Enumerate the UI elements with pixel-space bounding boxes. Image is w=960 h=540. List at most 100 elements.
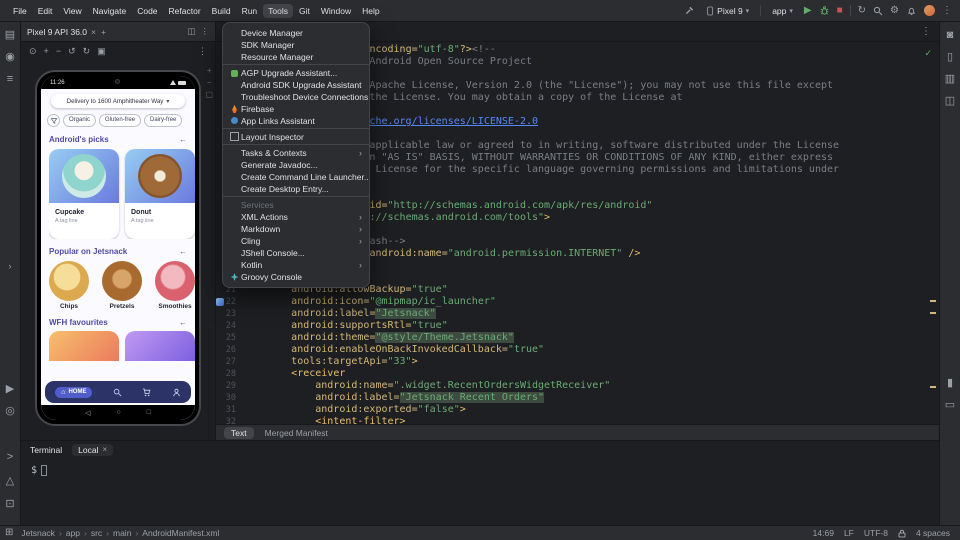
menu-item[interactable]: Build: [207, 4, 236, 18]
services-tool-icon[interactable]: ⊡: [5, 499, 14, 510]
breadcrumb-item[interactable]: app: [55, 528, 80, 538]
menu-item[interactable]: View: [58, 4, 86, 18]
arrow-left-icon[interactable]: ←: [179, 247, 187, 256]
tools-menu-item[interactable]: Firebase: [223, 103, 369, 115]
wfh-card[interactable]: [125, 331, 195, 361]
menu-item[interactable]: Git: [294, 4, 315, 18]
panel-options-icon[interactable]: ⋮: [201, 26, 210, 37]
breadcrumb-item[interactable]: AndroidManifest.xml: [131, 528, 219, 538]
more-options-icon[interactable]: ⋮: [942, 6, 952, 16]
code-line[interactable]: 28 <receiver: [216, 368, 939, 380]
editor-options-icon[interactable]: ⋮: [921, 27, 931, 37]
file-encoding[interactable]: UTF-8: [864, 528, 888, 538]
code-line[interactable]: 22 android:icon="@mipmap/ic_launcher": [216, 296, 939, 308]
filter-option-chip[interactable]: Organic: [63, 114, 96, 127]
arrow-left-icon[interactable]: ←: [179, 318, 187, 327]
tools-menu-item[interactable]: JShell Console...: [223, 247, 369, 259]
run-button[interactable]: ▶: [804, 6, 812, 16]
menu-item[interactable]: Help: [357, 4, 384, 18]
close-icon[interactable]: ×: [91, 27, 96, 37]
emulator-icon[interactable]: ▭: [945, 400, 955, 411]
filters-button[interactable]: [47, 114, 60, 127]
popular-item[interactable]: Pretzels: [102, 261, 142, 310]
menu-item[interactable]: Refactor: [164, 4, 206, 18]
code-line[interactable]: 24 android:supportsRtl="true": [216, 320, 939, 332]
menu-item[interactable]: Edit: [33, 4, 58, 18]
tools-menu-item[interactable]: Markdown: [223, 223, 369, 235]
android-recents-button[interactable]: □: [147, 409, 151, 416]
code-line[interactable]: 25 android:theme="@style/Theme.Jetsnack": [216, 332, 939, 344]
menu-item[interactable]: Navigate: [88, 4, 132, 18]
device-selector[interactable]: Pixel 9 ▾: [702, 5, 753, 17]
volume-up-icon[interactable]: +: [44, 46, 49, 56]
zoom-fit-icon[interactable]: ▢: [205, 90, 213, 99]
tools-menu-item[interactable]: Layout Inspector: [223, 131, 369, 145]
terminal-output[interactable]: $: [21, 458, 939, 483]
snack-card[interactable]: Donut A tag line: [125, 149, 195, 239]
inspections-ok-icon[interactable]: ✓: [924, 48, 932, 59]
build-hammer-icon[interactable]: [684, 5, 695, 16]
device-screen[interactable]: 11:26 Delivery to 1600 Amphitheater Way …: [41, 76, 195, 420]
menu-item[interactable]: Tools: [263, 4, 293, 18]
lock-icon[interactable]: [898, 529, 906, 538]
breadcrumb-item[interactable]: main: [102, 528, 131, 538]
search-icon[interactable]: [873, 6, 883, 16]
user-avatar[interactable]: [924, 5, 935, 16]
project-icon[interactable]: ▤: [5, 30, 15, 41]
android-home-button[interactable]: ○: [116, 409, 120, 416]
debug-tool-icon[interactable]: ◎: [5, 406, 15, 417]
problems-tool-icon[interactable]: △: [6, 476, 14, 487]
popular-item[interactable]: Chips: [49, 261, 89, 310]
tools-menu-item[interactable]: Android SDK Upgrade Assistant: [223, 79, 369, 91]
filter-option-chip[interactable]: Gluten-free: [99, 114, 141, 127]
menu-item[interactable]: Run: [237, 4, 263, 18]
tools-menu-item[interactable]: Resource Manager: [223, 51, 369, 65]
sync-icon[interactable]: ↻: [858, 6, 866, 16]
zoom-out-icon[interactable]: −: [207, 78, 212, 87]
line-ending[interactable]: LF: [844, 528, 854, 538]
add-device-tab-icon[interactable]: +: [101, 27, 106, 37]
expand-chevron-icon[interactable]: ›: [9, 262, 12, 271]
run-config-selector[interactable]: app ▾: [768, 5, 797, 17]
code-line[interactable]: 29 android:name=".widget.RecentOrdersWid…: [216, 380, 939, 392]
notifications-bell-icon[interactable]: [906, 5, 917, 16]
tools-menu-item[interactable]: Create Desktop Entry...: [223, 183, 369, 197]
arrow-left-icon[interactable]: ←: [179, 135, 187, 144]
nav-search-button[interactable]: [113, 388, 122, 397]
nav-home-button[interactable]: ⌂ HOME: [55, 387, 92, 398]
app-insights-icon[interactable]: ◫: [945, 96, 955, 107]
tools-menu-item[interactable]: XML Actions: [223, 211, 369, 223]
debug-button[interactable]: [819, 5, 830, 16]
code-line[interactable]: 26 android:enableOnBackInvokedCallback="…: [216, 344, 939, 356]
run-tool-icon[interactable]: ▶: [6, 384, 14, 395]
structure-icon[interactable]: ≡: [7, 74, 13, 85]
power-button-icon[interactable]: ⊙: [29, 46, 37, 57]
zoom-in-icon[interactable]: +: [207, 66, 212, 75]
volume-down-icon[interactable]: −: [56, 46, 61, 56]
manifest-view-tab[interactable]: Merged Manifest: [258, 427, 335, 439]
logcat-icon[interactable]: ▥: [945, 74, 955, 85]
tools-menu-item[interactable]: SDK Manager: [223, 39, 369, 51]
code-line[interactable]: 31 android:exported="false">: [216, 404, 939, 416]
gutter-app-icon[interactable]: [216, 298, 224, 306]
running-devices-icon[interactable]: ▮: [947, 378, 953, 389]
terminal-tool-icon[interactable]: >: [7, 452, 13, 463]
tools-menu-item[interactable]: Device Manager: [223, 27, 369, 39]
screenshot-icon[interactable]: ▣: [97, 46, 106, 57]
tools-menu-item[interactable]: App Links Assistant: [223, 115, 369, 129]
device-tab[interactable]: Pixel 9 API 36.0 ×: [27, 27, 96, 37]
indent-setting[interactable]: 4 spaces: [916, 528, 950, 538]
caret-position[interactable]: 14:69: [813, 528, 834, 538]
commit-icon[interactable]: ◉: [5, 52, 15, 63]
code-line[interactable]: 23 android:label="Jetsnack": [216, 308, 939, 320]
split-panel-icon[interactable]: ◫: [187, 26, 195, 37]
rotate-left-icon[interactable]: ↺: [68, 46, 76, 57]
rotate-right-icon[interactable]: ↻: [83, 46, 91, 57]
tools-menu-item[interactable]: Services: [223, 199, 369, 211]
popular-item[interactable]: Smoothies: [155, 261, 195, 310]
code-line[interactable]: 27 tools:targetApi="33">: [216, 356, 939, 368]
code-line[interactable]: 32 <intent-filter>: [216, 416, 939, 424]
tools-menu-item[interactable]: Tasks & Contexts: [223, 147, 369, 159]
delivery-address-pill[interactable]: Delivery to 1600 Amphitheater Way ▾: [51, 94, 185, 108]
device-manager-icon[interactable]: ▯: [947, 52, 953, 63]
